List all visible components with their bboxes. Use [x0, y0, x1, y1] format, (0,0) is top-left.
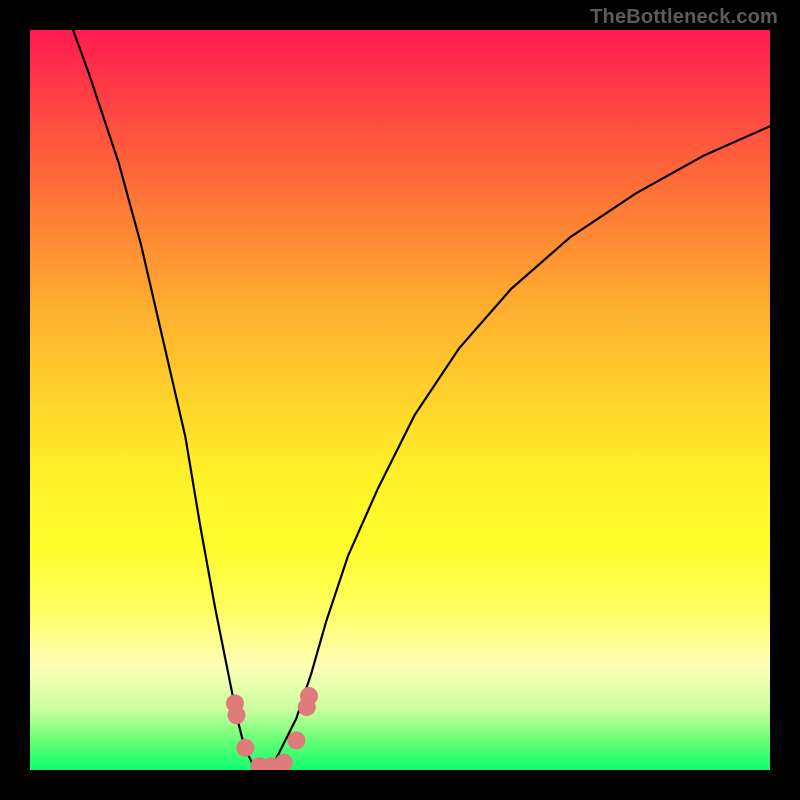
- chart-frame: TheBottleneck.com: [0, 0, 800, 800]
- curve-layer: [30, 30, 770, 770]
- marker-right-lower: [287, 731, 305, 749]
- bottleneck-curve: [30, 30, 770, 770]
- watermark-text: TheBottleneck.com: [590, 6, 778, 29]
- plot-area: [30, 30, 770, 770]
- marker-left-lower: [236, 739, 254, 757]
- marker-left-upper2: [227, 706, 245, 724]
- marker-right-upper2: [300, 687, 318, 705]
